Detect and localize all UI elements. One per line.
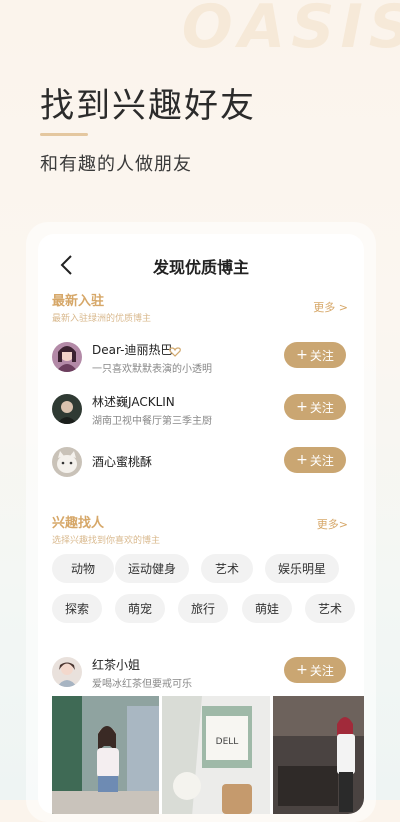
follow-label: 关注: [309, 400, 334, 415]
user-row[interactable]: 林述巍JACKLIN 湖南卫视中餐厅第三季主厨 + 关注: [52, 391, 350, 431]
page-title: 发现优质博主: [152, 258, 249, 277]
avatar[interactable]: [52, 657, 82, 687]
discover-card: 发现优质博主 最新入驻 最新入驻绿洲的优质博主 更多 > Dear-迪丽热巴 一…: [38, 234, 364, 814]
tag-fitness[interactable]: 运动健身: [115, 554, 189, 583]
interest-section-header: 兴趣找人 选择兴趣找到你喜欢的博主 更多>: [52, 512, 350, 546]
photo-strip: DELL: [52, 696, 364, 814]
user-desc: 爱喝冰红茶但要戒可乐: [92, 679, 192, 690]
user-desc: 一只喜欢默默表演的小透明: [92, 364, 212, 375]
user-name: 红茶小姐: [92, 658, 141, 672]
new-section-title: 最新入驻: [52, 294, 105, 309]
plus-icon: +: [296, 452, 308, 468]
user-desc: 湖南卫视中餐厅第三季主厨: [92, 416, 212, 427]
user-row[interactable]: 酒心蜜桃酥 + 关注: [52, 444, 350, 484]
plus-icon: +: [296, 399, 308, 415]
new-section-desc: 最新入驻绿洲的优质博主: [52, 314, 152, 324]
tag-travel[interactable]: 旅行: [178, 594, 228, 623]
hero-title: 找到兴趣好友: [40, 86, 256, 126]
hero-divider: [40, 133, 88, 136]
interest-section-more-link[interactable]: 更多>: [317, 516, 348, 532]
hero-subtitle: 和有趣的人做朋友: [40, 154, 192, 175]
tag-pets[interactable]: 萌宠: [115, 594, 165, 623]
avatar[interactable]: [52, 342, 82, 372]
plus-icon: +: [296, 662, 308, 678]
post-photo[interactable]: [273, 696, 364, 814]
tag-celebrity[interactable]: 娱乐明星: [265, 554, 339, 583]
svg-text:DELL: DELL: [216, 737, 239, 747]
plus-icon: +: [296, 347, 308, 363]
user-row[interactable]: Dear-迪丽热巴 一只喜欢默默表演的小透明 + 关注: [52, 339, 350, 379]
follow-label: 关注: [309, 453, 334, 468]
watermark: OASIS: [181, 0, 400, 62]
follow-button[interactable]: + 关注: [284, 394, 346, 420]
follow-label: 关注: [309, 663, 334, 678]
interest-section-desc: 选择兴趣找到你喜欢的博主: [52, 536, 161, 546]
user-name: 酒心蜜桃酥: [92, 455, 153, 469]
user-name: Dear-迪丽热巴: [92, 343, 173, 357]
tag-art[interactable]: 艺术: [201, 554, 253, 583]
tag-kids[interactable]: 萌娃: [242, 594, 292, 623]
heart-badge-icon: [169, 342, 181, 357]
new-section-more-link[interactable]: 更多 >: [313, 299, 348, 315]
post-photo[interactable]: [52, 696, 159, 814]
follow-button[interactable]: + 关注: [284, 342, 346, 368]
post-photo[interactable]: DELL: [162, 696, 270, 814]
tag-animals[interactable]: 动物: [52, 554, 114, 583]
featured-user-row[interactable]: 红茶小姐 爱喝冰红茶但要戒可乐 + 关注: [52, 654, 350, 694]
avatar[interactable]: [52, 394, 82, 424]
avatar[interactable]: [52, 447, 82, 477]
follow-label: 关注: [309, 348, 334, 363]
new-section-header: 最新入驻 最新入驻绿洲的优质博主 更多 >: [52, 290, 350, 324]
tag-art-2[interactable]: 艺术: [305, 594, 355, 623]
interest-section-title: 兴趣找人: [52, 516, 105, 531]
user-name: 林述巍JACKLIN: [92, 395, 175, 409]
nav-bar: 发现优质博主: [38, 234, 364, 296]
follow-button[interactable]: + 关注: [284, 657, 346, 683]
follow-button[interactable]: + 关注: [284, 447, 346, 473]
tag-explore[interactable]: 探索: [52, 594, 102, 623]
